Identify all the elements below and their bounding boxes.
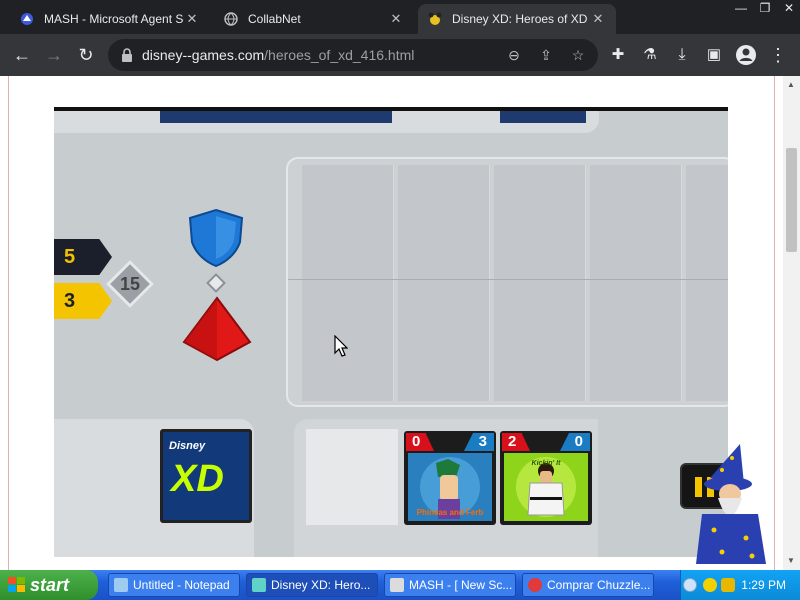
profile-avatar-icon[interactable] (734, 43, 758, 67)
opponent-score: 3 (54, 283, 112, 319)
mickey-favicon-icon (428, 12, 442, 25)
taskbar-item-mash[interactable]: MASH - [ New Sc... (384, 573, 516, 597)
menu-kebab-icon[interactable]: ⋮ (766, 43, 790, 67)
page-scrollbar[interactable]: ▲ ▼ (783, 76, 800, 570)
deck-count-badge: 15 (105, 259, 155, 309)
taskbar-item-disney-xd[interactable]: Disney XD: Hero... (246, 573, 378, 597)
minimize-icon[interactable]: — (730, 0, 752, 16)
back-arrow-icon[interactable]: ← (10, 43, 34, 67)
url-text: disney--games.com/heroes_of_xd_416.html (142, 47, 414, 63)
hand-card-kickin-it[interactable]: 2 0 Kickin' It (500, 431, 592, 525)
navigation-bar: ← → ↻ disney--games.com/heroes_of_xd_416… (0, 34, 800, 76)
scrollbar-thumb[interactable] (786, 148, 797, 252)
mash-icon (390, 578, 404, 592)
scroll-up-arrow-icon[interactable]: ▲ (787, 80, 795, 89)
card-defense: 3 (464, 433, 494, 451)
card-attack: 2 (502, 433, 530, 451)
disney-xd-deck[interactable]: Disney XD (160, 429, 252, 523)
game-board[interactable] (286, 157, 728, 407)
card-attack: 0 (406, 433, 434, 451)
merlin-wizard-agent[interactable] (692, 444, 772, 570)
reload-icon[interactable]: ↻ (74, 43, 98, 67)
security-shield-icon[interactable] (721, 578, 735, 592)
task-label: MASH - [ New Sc... (409, 578, 513, 592)
card-defense: 0 (560, 433, 590, 451)
ferb-portrait-icon: Phineas and Ferb (408, 453, 492, 521)
taskbar-item-chuzzle[interactable]: Comprar Chuzzle... (522, 573, 654, 597)
chrome-icon (252, 578, 266, 592)
scroll-down-arrow-icon[interactable]: ▼ (787, 556, 795, 565)
browser-tab-bar: MASH - Microsoft Agent Scr ✕ CollabNet ✕… (0, 0, 800, 34)
globe-icon (224, 12, 238, 26)
browser-red-icon (528, 578, 542, 592)
bookmark-star-icon[interactable]: ☆ (570, 47, 586, 63)
windows-flag-icon (8, 577, 25, 592)
task-label: Untitled - Notepad (133, 578, 230, 592)
url-path: /heroes_of_xd_416.html (264, 47, 415, 63)
task-label: Comprar Chuzzle... (547, 578, 651, 592)
mouse-cursor-icon (334, 335, 348, 357)
deck-count-number: 15 (119, 274, 141, 294)
game-canvas[interactable]: 5 3 15 Disney XD 0 3 Phineas and Ferb 2 … (54, 107, 728, 557)
start-label: start (30, 575, 70, 595)
close-tab-icon[interactable]: ✕ (590, 11, 606, 27)
share-icon[interactable]: ⇪ (538, 47, 554, 63)
tab-disney-xd[interactable]: Disney XD: Heroes of XD | D ✕ (418, 4, 616, 34)
address-bar[interactable]: disney--games.com/heroes_of_xd_416.html … (108, 39, 598, 71)
url-domain: disney--games.com (142, 47, 265, 63)
empty-hand-slot[interactable] (306, 429, 398, 525)
board-lane[interactable] (686, 165, 728, 401)
board-lane[interactable] (302, 165, 394, 401)
clock: 1:29 PM (741, 578, 786, 592)
tab-mash[interactable]: MASH - Microsoft Agent Scr ✕ (10, 4, 210, 34)
close-tab-icon[interactable]: ✕ (388, 11, 404, 27)
board-lane[interactable] (398, 165, 490, 401)
page-left-border (8, 76, 9, 570)
forward-arrow-icon[interactable]: → (42, 43, 66, 67)
top-card-slot (160, 111, 392, 123)
task-label: Disney XD: Hero... (271, 578, 371, 592)
board-divider (288, 279, 728, 280)
zoom-icon[interactable]: ⊖ (506, 47, 522, 63)
lock-icon (122, 48, 132, 62)
card-caption: Phineas and Ferb (417, 508, 484, 517)
close-tab-icon[interactable]: ✕ (184, 11, 200, 27)
turn-indicator-diamond (206, 273, 226, 293)
tab-collabnet[interactable]: CollabNet ✕ (214, 4, 414, 34)
page-viewport: 5 3 15 Disney XD 0 3 Phineas and Ferb 2 … (0, 76, 800, 570)
player-score: 5 (54, 239, 112, 275)
labs-flask-icon[interactable]: ⚗ (638, 43, 662, 67)
tray-star-icon[interactable] (703, 578, 717, 592)
card-caption: Kickin' It (532, 460, 562, 467)
taskbar-item-notepad[interactable]: Untitled - Notepad (108, 573, 240, 597)
download-icon[interactable]: ⤓ (670, 43, 694, 67)
close-window-icon[interactable]: ✕ (778, 0, 800, 16)
xd-logo-text: XD (171, 458, 224, 500)
attack-gem-icon (182, 296, 252, 362)
notepad-icon (114, 578, 128, 592)
karate-kid-portrait-icon: Kickin' It (504, 453, 588, 521)
disney-brand-text: Disney (169, 440, 206, 452)
tray-collapse-icon[interactable] (683, 578, 697, 592)
board-lane[interactable] (590, 165, 682, 401)
page-right-border (774, 76, 775, 570)
taskbar: start Untitled - Notepad Disney XD: Hero… (0, 570, 800, 600)
system-tray: 1:29 PM (680, 570, 800, 600)
extensions-puzzle-icon[interactable]: ✚ (606, 43, 630, 67)
window-controls: — ❐ ✕ (730, 0, 800, 18)
start-button[interactable]: start (0, 570, 98, 600)
hand-card-ferb[interactable]: 0 3 Phineas and Ferb (404, 431, 496, 525)
side-panel-icon[interactable]: ▣ (702, 43, 726, 67)
mash-favicon-icon (21, 13, 33, 25)
tab-title: CollabNet (248, 12, 301, 26)
tab-title: MASH - Microsoft Agent Scr (44, 12, 184, 26)
shield-icon (188, 208, 244, 268)
restore-icon[interactable]: ❐ (754, 0, 776, 16)
tab-title: Disney XD: Heroes of XD | D (452, 12, 590, 26)
board-lane[interactable] (494, 165, 586, 401)
top-card-slot (500, 111, 586, 123)
